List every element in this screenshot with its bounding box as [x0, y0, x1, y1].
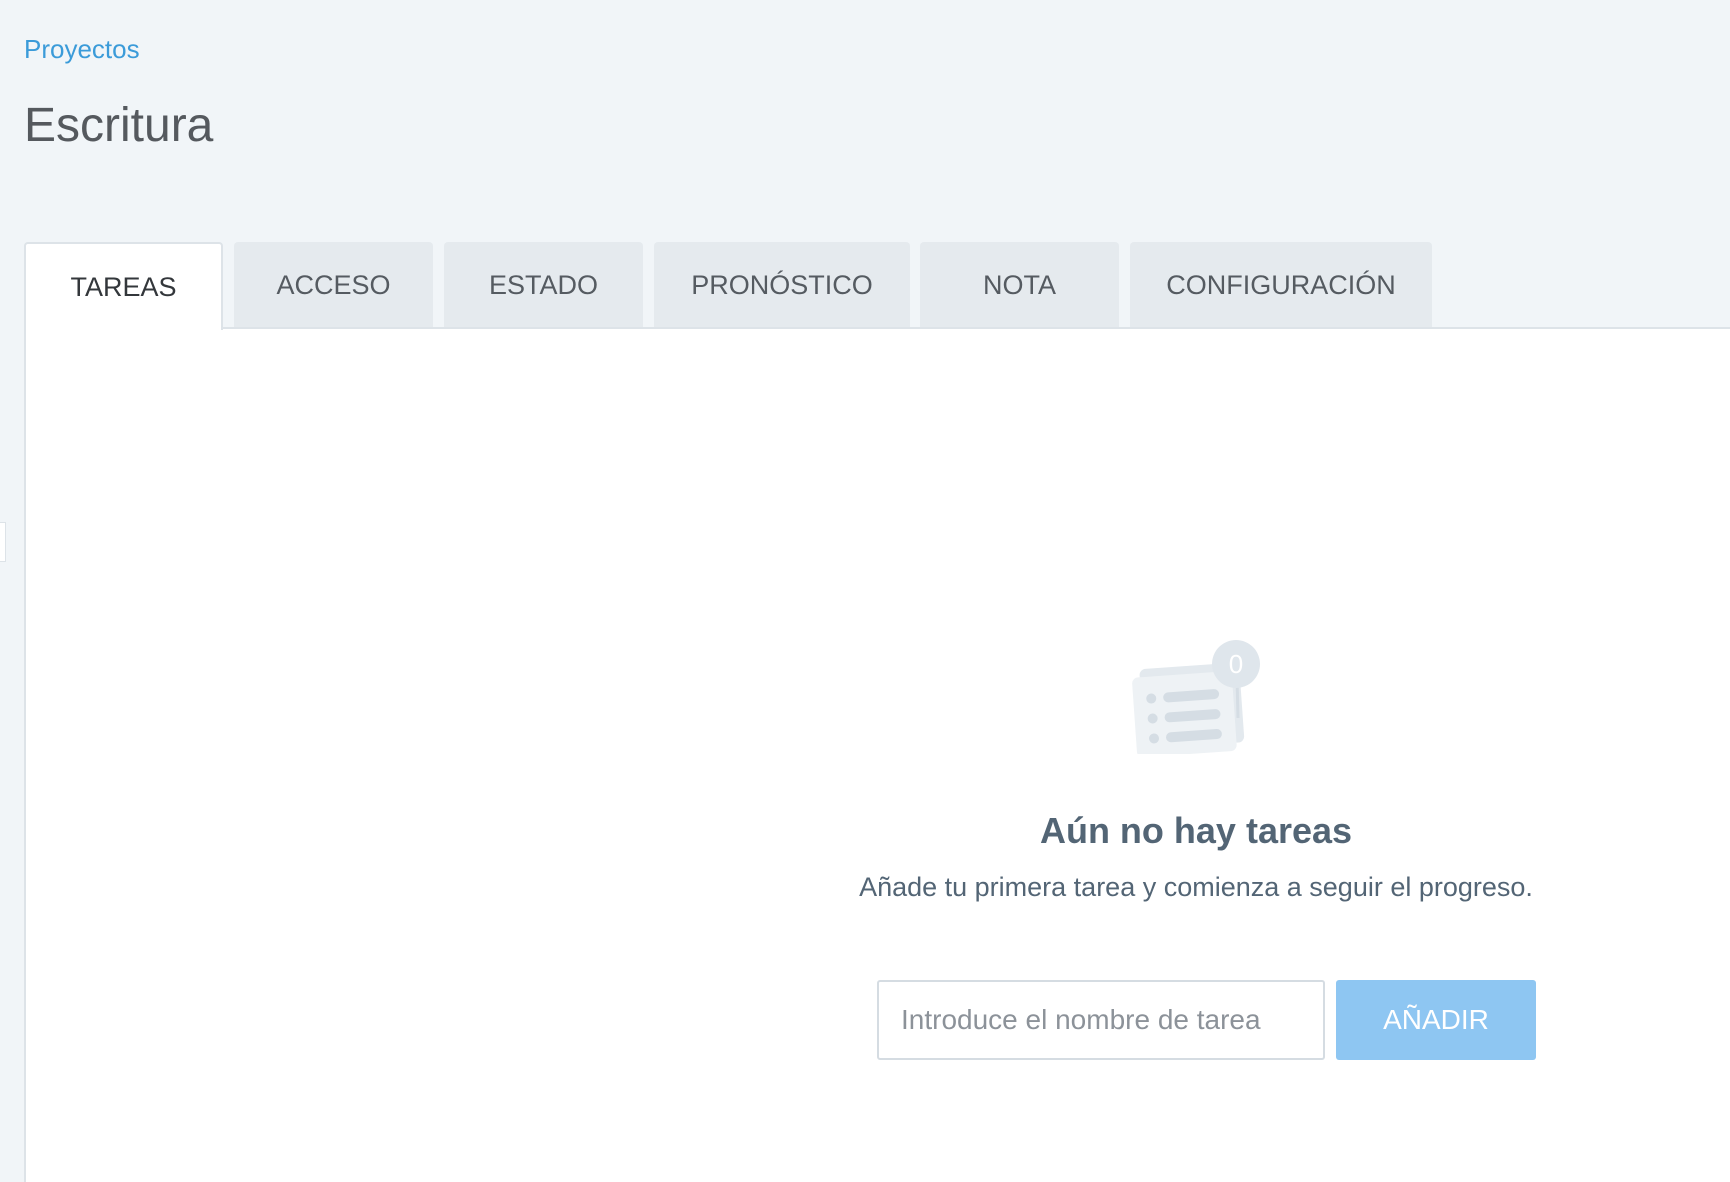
task-name-input[interactable]	[877, 980, 1325, 1060]
empty-state-title: Aún no hay tareas	[1039, 810, 1353, 851]
tab-pronostico[interactable]: PRONÓSTICO	[654, 242, 910, 328]
breadcrumb-projects-link[interactable]: Proyectos	[24, 34, 140, 65]
tab-configuracion[interactable]: CONFIGURACIÓN	[1130, 242, 1432, 328]
tab-acceso[interactable]: ACCESO	[234, 242, 433, 328]
empty-state-subtitle: Añade tu primera tarea y comienza a segu…	[859, 872, 1533, 902]
tab-bar: TAREAS ACCESO ESTADO PRONÓSTICO NOTA CON…	[24, 242, 1730, 330]
tab-nota[interactable]: NOTA	[920, 242, 1119, 328]
task-list-icon: 0	[1132, 640, 1260, 754]
sidebar-toggle-handle[interactable]	[0, 522, 6, 562]
tab-tareas[interactable]: TAREAS	[24, 242, 223, 330]
page-title: Escritura	[24, 99, 214, 152]
empty-count-badge: 0	[1229, 649, 1243, 679]
tab-estado[interactable]: ESTADO	[444, 242, 643, 328]
add-task-button[interactable]: AÑADIR	[1336, 980, 1536, 1060]
